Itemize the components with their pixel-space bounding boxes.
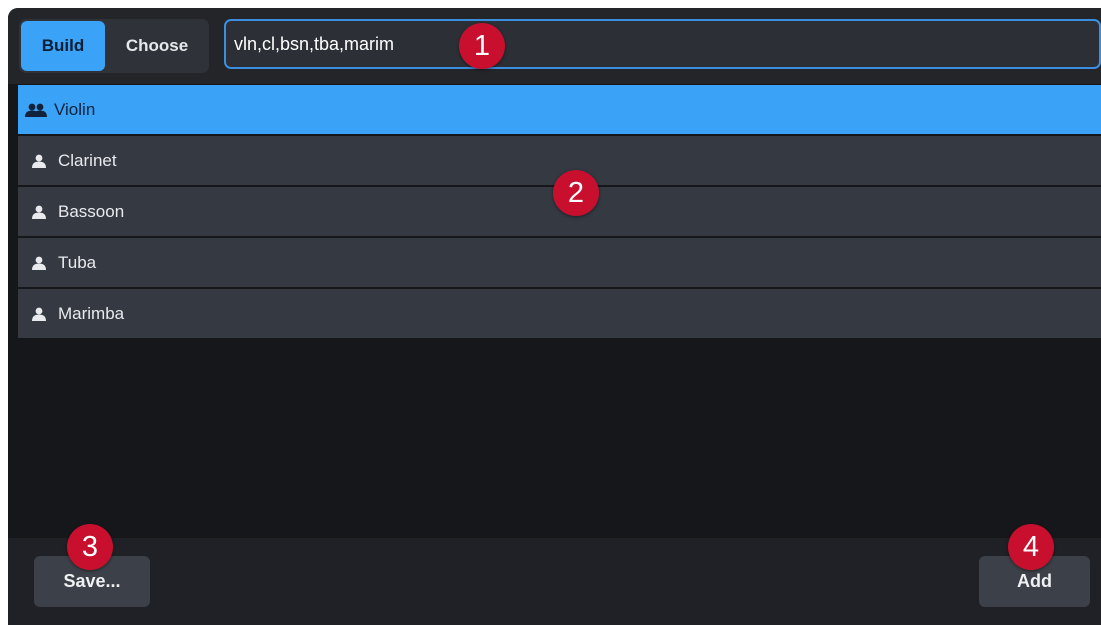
list-item-label: Clarinet — [58, 150, 117, 170]
callout-marker-1: 1 — [459, 23, 505, 69]
list-item-label: Tuba — [58, 252, 97, 272]
search-field-frame — [224, 19, 1101, 69]
list-item-marimba[interactable]: Marimba — [18, 289, 1101, 338]
build-toggle-button[interactable]: Build — [21, 21, 105, 71]
single-player-icon — [20, 154, 58, 168]
callout-marker-2: 2 — [553, 170, 599, 216]
section-players-icon — [18, 103, 54, 117]
list-item-tuba[interactable]: Tuba — [18, 238, 1101, 287]
list-item-violin[interactable]: Violin — [18, 85, 1101, 134]
top-bar: Build Choose — [8, 8, 1101, 84]
footer-bar: Save... Add — [8, 538, 1101, 625]
single-player-icon — [20, 307, 58, 321]
instrument-search-input[interactable] — [226, 21, 1099, 67]
mode-toggle: Build Choose — [19, 19, 209, 73]
list-item-label: Bassoon — [58, 201, 125, 221]
single-player-icon — [20, 256, 58, 270]
list-item-label: Violin — [54, 99, 96, 119]
list-item-label: Marimba — [58, 303, 125, 323]
add-players-panel: Build Choose Violin — [8, 8, 1101, 625]
callout-marker-3: 3 — [67, 524, 113, 570]
callout-marker-4: 4 — [1008, 524, 1054, 570]
instrument-list: Violin Clarinet Bassoon Tuba Marimba — [18, 85, 1101, 340]
single-player-icon — [20, 205, 58, 219]
choose-toggle-button[interactable]: Choose — [107, 21, 207, 71]
